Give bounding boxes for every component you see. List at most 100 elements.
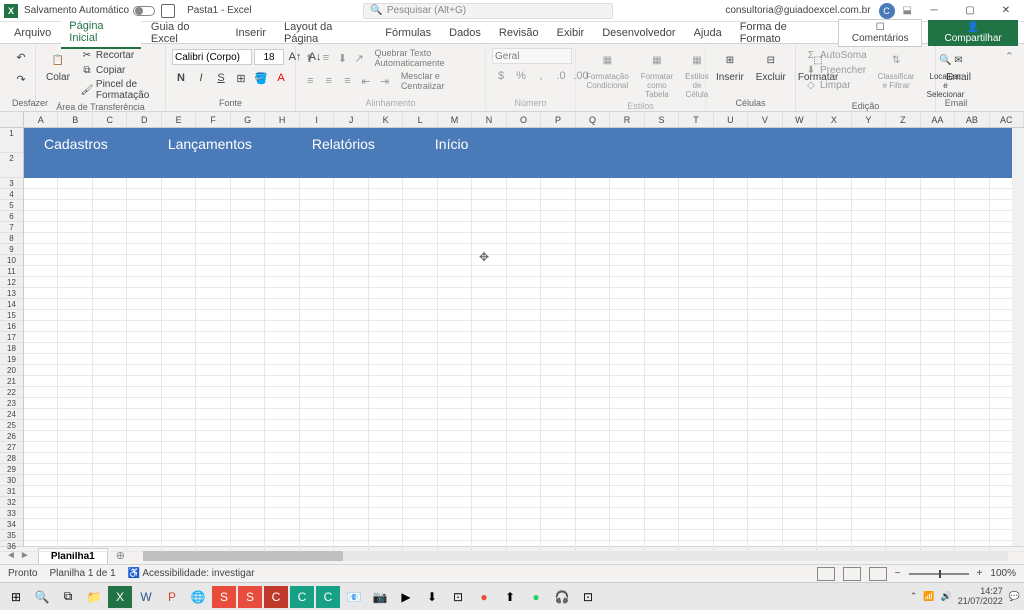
notifications-button[interactable]: 💬 xyxy=(1009,591,1020,602)
app-icon-7[interactable]: 📷 xyxy=(368,586,392,608)
row-header-25[interactable]: 25 xyxy=(0,420,23,431)
comments-button[interactable]: ☐ Comentários xyxy=(838,19,922,47)
col-header-A[interactable]: A xyxy=(24,112,58,127)
sort-filter-button[interactable]: ⇅Classificar e Filtrar xyxy=(874,48,919,92)
ribbon-options-icon[interactable]: ⬓ xyxy=(903,5,912,16)
merge-button[interactable]: Mesclar e Centralizar xyxy=(401,71,479,91)
format-painter-button[interactable]: 🖌Pincel de Formatação xyxy=(78,78,159,102)
explorer-icon[interactable]: 📁 xyxy=(82,586,106,608)
col-header-E[interactable]: E xyxy=(162,112,196,127)
decrease-indent-button[interactable]: ⇤ xyxy=(358,72,375,90)
toggle-icon[interactable] xyxy=(133,6,155,16)
align-top-button[interactable]: ⬆ xyxy=(302,49,317,67)
row-header-23[interactable]: 23 xyxy=(0,398,23,409)
row-header-19[interactable]: 19 xyxy=(0,354,23,365)
tab-guia-excel[interactable]: Guia do Excel xyxy=(143,18,226,48)
row-header-10[interactable]: 10 xyxy=(0,255,23,266)
row-header-14[interactable]: 14 xyxy=(0,299,23,310)
col-header-M[interactable]: M xyxy=(438,112,472,127)
row-header-9[interactable]: 9 xyxy=(0,244,23,255)
fill-color-button[interactable]: 🪣 xyxy=(252,69,270,87)
collapse-ribbon-button[interactable]: ⌃ xyxy=(1005,51,1014,63)
row-header-3[interactable]: 3 xyxy=(0,178,23,189)
currency-button[interactable]: $ xyxy=(492,67,510,85)
app-icon-14[interactable]: ⊡ xyxy=(576,586,600,608)
tab-forma-formato[interactable]: Forma de Formato xyxy=(732,18,837,48)
zoom-out-button[interactable]: − xyxy=(895,568,901,579)
paste-button[interactable]: 📋 Colar xyxy=(42,48,74,85)
col-header-I[interactable]: I xyxy=(300,112,334,127)
app-icon-11[interactable]: ● xyxy=(472,586,496,608)
tab-desenvolvedor[interactable]: Desenvolvedor xyxy=(594,24,683,42)
row-header-11[interactable]: 11 xyxy=(0,266,23,277)
col-header-J[interactable]: J xyxy=(334,112,368,127)
banner-lancamentos[interactable]: Lançamentos xyxy=(168,136,252,152)
row-header-7[interactable]: 7 xyxy=(0,222,23,233)
app-icon-13[interactable]: 🎧 xyxy=(550,586,574,608)
user-avatar[interactable]: C xyxy=(879,3,895,19)
app-icon-2[interactable]: S xyxy=(238,586,262,608)
tab-revisao[interactable]: Revisão xyxy=(491,24,547,42)
autosum-button[interactable]: ΣAutoSoma xyxy=(802,48,870,62)
clock[interactable]: 14:27 21/07/2022 xyxy=(958,587,1003,607)
col-header-Y[interactable]: Y xyxy=(852,112,886,127)
cell-styles-button[interactable]: ▦Estilos de Célula xyxy=(681,48,713,101)
app-icon-9[interactable]: ⬇ xyxy=(420,586,444,608)
align-center-button[interactable]: ≡ xyxy=(321,72,338,90)
increase-decimal-button[interactable]: .0 xyxy=(552,67,570,85)
app-icon-10[interactable]: ⊡ xyxy=(446,586,470,608)
row-header-12[interactable]: 12 xyxy=(0,277,23,288)
tab-pagina-inicial[interactable]: Página Inicial xyxy=(61,17,141,49)
zoom-in-button[interactable]: + xyxy=(977,568,983,579)
wrap-text-button[interactable]: Quebrar Texto Automaticamente xyxy=(374,48,479,68)
autosave-toggle[interactable]: Salvamento Automático xyxy=(24,5,155,16)
row-header-1[interactable]: 1 xyxy=(0,128,23,153)
row-header-24[interactable]: 24 xyxy=(0,409,23,420)
app-icon-6[interactable]: 📧 xyxy=(342,586,366,608)
clear-button[interactable]: ◇Limpar xyxy=(802,78,870,92)
banner-inicio[interactable]: Início xyxy=(435,136,468,152)
chrome-task-icon[interactable]: 🌐 xyxy=(186,586,210,608)
cells[interactable]: Cadastros Lançamentos Relatórios Início … xyxy=(24,128,1024,546)
align-right-button[interactable]: ≡ xyxy=(339,72,356,90)
orientation-button[interactable]: ↗ xyxy=(352,49,367,67)
row-header-32[interactable]: 32 xyxy=(0,497,23,508)
copy-button[interactable]: ⧉Copiar xyxy=(78,63,159,77)
col-header-O[interactable]: O xyxy=(507,112,541,127)
align-left-button[interactable]: ≡ xyxy=(302,72,319,90)
bold-button[interactable]: N xyxy=(172,69,190,87)
comma-button[interactable]: , xyxy=(532,67,550,85)
share-button[interactable]: 👤 Compartilhar xyxy=(928,20,1018,46)
tab-ajuda[interactable]: Ajuda xyxy=(686,24,730,42)
col-header-W[interactable]: W xyxy=(783,112,817,127)
whatsapp-icon[interactable]: ● xyxy=(524,586,548,608)
font-size-select[interactable] xyxy=(254,49,284,65)
powerpoint-task-icon[interactable]: P xyxy=(160,586,184,608)
fill-button[interactable]: ⬇Preencher xyxy=(802,63,870,77)
save-icon[interactable] xyxy=(161,4,175,18)
col-header-G[interactable]: G xyxy=(231,112,265,127)
tab-arquivo[interactable]: Arquivo xyxy=(6,24,59,42)
col-header-R[interactable]: R xyxy=(610,112,644,127)
row-header-6[interactable]: 6 xyxy=(0,211,23,222)
horizontal-scrollbar[interactable] xyxy=(143,551,1008,561)
tray-chevron-icon[interactable]: ⌃ xyxy=(910,591,918,602)
percent-button[interactable]: % xyxy=(512,67,530,85)
col-header-H[interactable]: H xyxy=(265,112,299,127)
row-header-20[interactable]: 20 xyxy=(0,365,23,376)
tray-network-icon[interactable]: 📶 xyxy=(923,591,934,602)
col-header-AC[interactable]: AC xyxy=(990,112,1024,127)
normal-view-button[interactable] xyxy=(817,567,835,581)
col-header-X[interactable]: X xyxy=(817,112,851,127)
zoom-level[interactable]: 100% xyxy=(990,568,1016,579)
col-header-V[interactable]: V xyxy=(748,112,782,127)
select-all-corner[interactable] xyxy=(0,112,24,127)
app-icon-4[interactable]: C xyxy=(290,586,314,608)
row-header-4[interactable]: 4 xyxy=(0,189,23,200)
row-header-33[interactable]: 33 xyxy=(0,508,23,519)
page-break-view-button[interactable] xyxy=(869,567,887,581)
search-task-button[interactable]: 🔍 xyxy=(30,586,54,608)
row-header-8[interactable]: 8 xyxy=(0,233,23,244)
format-table-button[interactable]: ▦Formatar como Tabela xyxy=(637,48,677,101)
col-header-Z[interactable]: Z xyxy=(886,112,920,127)
